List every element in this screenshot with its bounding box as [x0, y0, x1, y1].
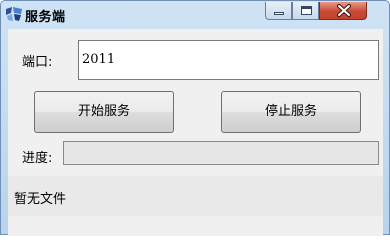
app-icon [6, 7, 22, 21]
server-window: 服务端 端口: 2011 开始服务 停止服务 进度: 暂无文件 [0, 0, 390, 236]
port-input[interactable]: 2011 [78, 40, 379, 80]
maximize-icon [301, 6, 312, 15]
minimize-icon [274, 12, 284, 15]
close-button[interactable] [319, 2, 367, 20]
port-label: 端口: [22, 55, 53, 70]
stop-service-button[interactable]: 停止服务 [221, 91, 361, 133]
title-bar[interactable]: 服务端 [1, 1, 389, 29]
progress-label: 进度: [22, 151, 53, 166]
maximize-button[interactable] [292, 2, 319, 20]
progress-bar [63, 141, 379, 165]
status-area: 暂无文件 [8, 176, 383, 216]
client-area: 端口: 2011 开始服务 停止服务 进度: 暂无文件 [8, 29, 383, 236]
close-icon [337, 4, 351, 17]
status-text: 暂无文件 [14, 192, 67, 207]
minimize-button[interactable] [265, 2, 292, 20]
start-service-button[interactable]: 开始服务 [34, 91, 174, 133]
window-title: 服务端 [25, 10, 66, 25]
